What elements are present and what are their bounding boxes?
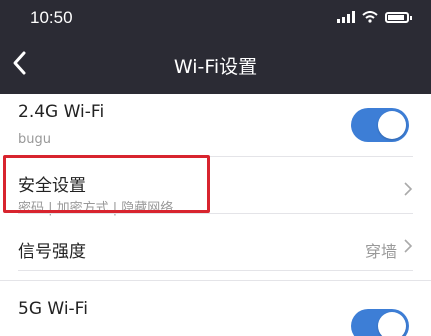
row-5g-wifi: 5G Wi-Fi bbox=[0, 281, 431, 336]
wifi-icon bbox=[362, 11, 378, 23]
signal-icon bbox=[337, 11, 355, 23]
battery-icon bbox=[385, 11, 412, 23]
row-signal-value: 穿墙 bbox=[364, 242, 397, 261]
row-signal-strength[interactable]: 信号强度 穿墙 bbox=[0, 214, 431, 270]
settings-list: 2.4G Wi-Fi bugu 安全设置 密码 | 加密方式 | 隐藏网络 信号… bbox=[0, 94, 431, 336]
chevron-right-icon bbox=[404, 239, 413, 253]
toggle-5g-wifi[interactable] bbox=[351, 309, 409, 336]
chevron-right-icon bbox=[404, 182, 413, 196]
toggle-24g-wifi[interactable] bbox=[351, 108, 409, 142]
page-title: Wi-Fi设置 bbox=[173, 56, 258, 78]
highlight-annotation bbox=[3, 155, 210, 213]
row-24g-wifi: 2.4G Wi-Fi bugu bbox=[0, 94, 431, 156]
status-icons bbox=[337, 11, 412, 23]
row-5g-wifi-label: 5G Wi-Fi bbox=[18, 299, 88, 319]
row-signal-label: 信号强度 bbox=[18, 242, 86, 262]
row-24g-wifi-label: 2.4G Wi-Fi bbox=[18, 102, 105, 122]
nav-bar: Wi-Fi设置 bbox=[0, 34, 431, 94]
status-bar: 10:50 bbox=[0, 0, 431, 34]
status-time: 10:50 bbox=[30, 8, 73, 27]
divider bbox=[18, 270, 413, 271]
row-24g-wifi-ssid: bugu bbox=[18, 132, 51, 147]
